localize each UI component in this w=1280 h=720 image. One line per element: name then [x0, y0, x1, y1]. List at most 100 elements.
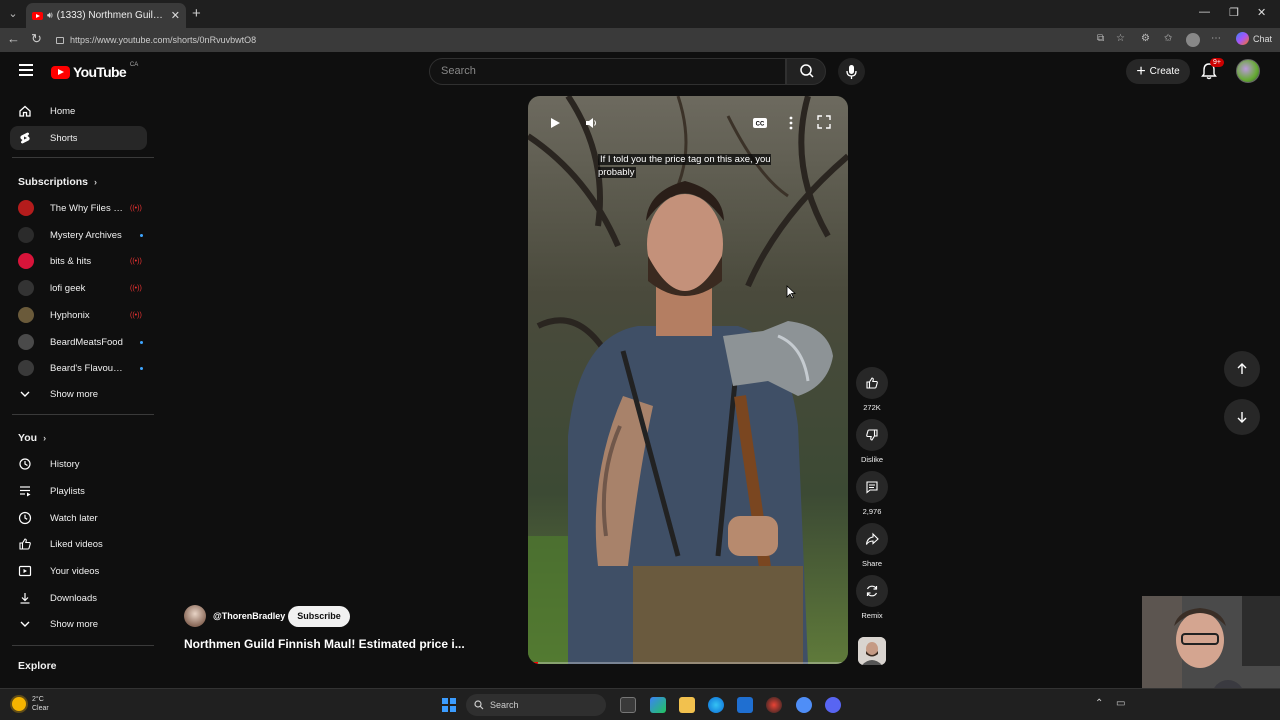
- video-progress-bar[interactable]: [528, 662, 848, 664]
- browser-tabbar: ⌄ 🔊︎ (1333) Northmen Guild Finnish Maul …: [0, 0, 1280, 28]
- chevron-right-icon: ›: [43, 433, 47, 443]
- windows-start-icon[interactable]: [442, 698, 456, 712]
- url-field[interactable]: https://www.youtube.com/shorts/0nRvuvbwt…: [52, 30, 1232, 50]
- weather-condition: Clear: [32, 705, 49, 712]
- favorite-star-icon[interactable]: ☆: [1116, 33, 1125, 44]
- close-tab-icon[interactable]: ✕: [171, 9, 180, 22]
- next-short-button[interactable]: [1224, 399, 1260, 435]
- arrow-down-icon: [1237, 412, 1247, 423]
- search-input[interactable]: Search: [429, 58, 786, 85]
- sidebar-item-watch-later[interactable]: Watch later: [10, 506, 147, 530]
- task-view-icon[interactable]: [620, 697, 636, 713]
- audio-playing-icon[interactable]: 🔊︎: [47, 10, 53, 21]
- shorts-player[interactable]: CC If I told you the price tag on this a…: [528, 96, 848, 664]
- profile-icon[interactable]: [1186, 33, 1200, 47]
- channel-avatar-icon: [18, 253, 34, 269]
- more-options-icon[interactable]: [787, 116, 795, 130]
- short-title[interactable]: Northmen Guild Finnish Maul! Estimated p…: [184, 637, 480, 651]
- edge-browser-icon[interactable]: [708, 697, 724, 713]
- app-available-icon[interactable]: ⧉: [1097, 33, 1104, 44]
- subscription-label: The Why Files - B...: [50, 202, 124, 214]
- hamburger-menu-icon[interactable]: [19, 64, 33, 76]
- account-avatar[interactable]: [1236, 59, 1260, 83]
- youtube-logo[interactable]: YouTube CA: [51, 62, 138, 80]
- weather-widget[interactable]: 2°C Clear: [12, 695, 49, 713]
- discord-app-icon[interactable]: [825, 697, 841, 713]
- show-more-you-button[interactable]: Show more: [10, 612, 147, 636]
- sidebar-subscription-item[interactable]: Beard's Flavour ...: [10, 356, 147, 380]
- remix-action: Remix: [856, 575, 888, 620]
- show-more-subscriptions-button[interactable]: Show more: [10, 382, 147, 406]
- tab-list-button[interactable]: ⌄: [4, 5, 22, 23]
- sidebar-item-your-videos[interactable]: Your videos: [10, 559, 147, 583]
- file-explorer-icon[interactable]: [679, 697, 695, 713]
- voice-search-button[interactable]: [838, 58, 865, 85]
- sidebar: Home Shorts Subscriptions › The Why File…: [0, 92, 156, 688]
- sidebar-divider: [12, 414, 154, 415]
- dislike-button[interactable]: [856, 419, 888, 451]
- sidebar-subscription-item[interactable]: lofi geek ((•)): [10, 276, 147, 300]
- extension-icon[interactable]: ⚙: [1141, 33, 1150, 44]
- sidebar-item-history[interactable]: History: [10, 452, 147, 476]
- browser-tab-active[interactable]: 🔊︎ (1333) Northmen Guild Finnish Maul ✕: [26, 3, 186, 28]
- chevron-right-icon: ›: [94, 177, 98, 187]
- sidebar-item-downloads[interactable]: Downloads: [10, 586, 147, 610]
- player-controls: CC: [528, 96, 848, 146]
- taskbar-search[interactable]: Search: [466, 694, 606, 716]
- copilot-chat-button[interactable]: Chat: [1236, 32, 1272, 45]
- sidebar-subscription-item[interactable]: The Why Files - B... ((•)): [10, 196, 147, 220]
- copilot-app-icon[interactable]: [796, 697, 812, 713]
- channel-avatar-icon: [18, 334, 34, 350]
- like-button[interactable]: [856, 367, 888, 399]
- you-heading[interactable]: You ›: [18, 432, 46, 444]
- subscriptions-heading[interactable]: Subscriptions ›: [18, 176, 97, 188]
- remix-button[interactable]: [856, 575, 888, 607]
- sidebar-item-shorts[interactable]: Shorts: [10, 126, 147, 150]
- widgets-app-icon[interactable]: [650, 697, 666, 713]
- like-icon: [18, 537, 32, 551]
- restore-icon[interactable]: ❐: [1229, 6, 1239, 19]
- sidebar-subscription-item[interactable]: bits & hits ((•)): [10, 249, 147, 273]
- like-action: 272K: [856, 367, 888, 412]
- new-content-dot-icon: [140, 340, 143, 344]
- sidebar-item-label: Downloads: [50, 592, 97, 604]
- comments-button[interactable]: [856, 471, 888, 503]
- sidebar-subscription-item[interactable]: BeardMeatsFood: [10, 330, 147, 354]
- channel-avatar[interactable]: [184, 605, 206, 627]
- close-window-icon[interactable]: ✕: [1257, 6, 1266, 19]
- favorites-icon[interactable]: ✩: [1164, 33, 1172, 44]
- sound-thumbnail[interactable]: [858, 637, 886, 665]
- caption-text: If I told you the price tag on this axe,…: [598, 153, 788, 179]
- sidebar-item-liked-videos[interactable]: Liked videos: [10, 532, 147, 556]
- comment-icon: [866, 481, 878, 494]
- tray-overflow-icon[interactable]: ⌃: [1095, 698, 1103, 709]
- previous-short-button[interactable]: [1224, 351, 1260, 387]
- show-more-label: Show more: [50, 618, 99, 630]
- video-frame: [528, 96, 848, 664]
- network-icon[interactable]: ▭: [1116, 698, 1125, 709]
- sidebar-subscription-item[interactable]: Mystery Archives: [10, 223, 147, 247]
- play-icon[interactable]: [548, 116, 562, 130]
- chevron-down-icon: [18, 387, 32, 401]
- sidebar-item-home[interactable]: Home: [10, 99, 147, 123]
- fullscreen-icon[interactable]: [817, 115, 831, 129]
- channel-handle[interactable]: @ThorenBradley: [213, 611, 285, 621]
- refresh-icon[interactable]: ↻: [31, 31, 42, 47]
- share-button[interactable]: [856, 523, 888, 555]
- captions-icon[interactable]: CC: [752, 117, 768, 129]
- back-arrow-icon[interactable]: ←: [7, 31, 20, 46]
- chrome-app-icon[interactable]: [766, 697, 782, 713]
- search-button[interactable]: [786, 58, 826, 85]
- minimize-icon[interactable]: —: [1199, 6, 1210, 18]
- volume-icon[interactable]: [584, 116, 598, 130]
- site-info-icon[interactable]: [56, 36, 64, 44]
- sidebar-item-playlists[interactable]: Playlists: [10, 479, 147, 503]
- sidebar-subscription-item[interactable]: Hyphonix ((•)): [10, 303, 147, 327]
- more-menu-icon[interactable]: ⋯: [1211, 33, 1221, 44]
- create-button[interactable]: + Create: [1126, 59, 1190, 84]
- new-content-dot-icon: [140, 366, 143, 370]
- channel-thumbnail-image: [858, 637, 886, 665]
- store-icon[interactable]: [737, 697, 753, 713]
- subscribe-button[interactable]: Subscribe: [288, 606, 350, 627]
- new-tab-button[interactable]: +: [192, 5, 201, 22]
